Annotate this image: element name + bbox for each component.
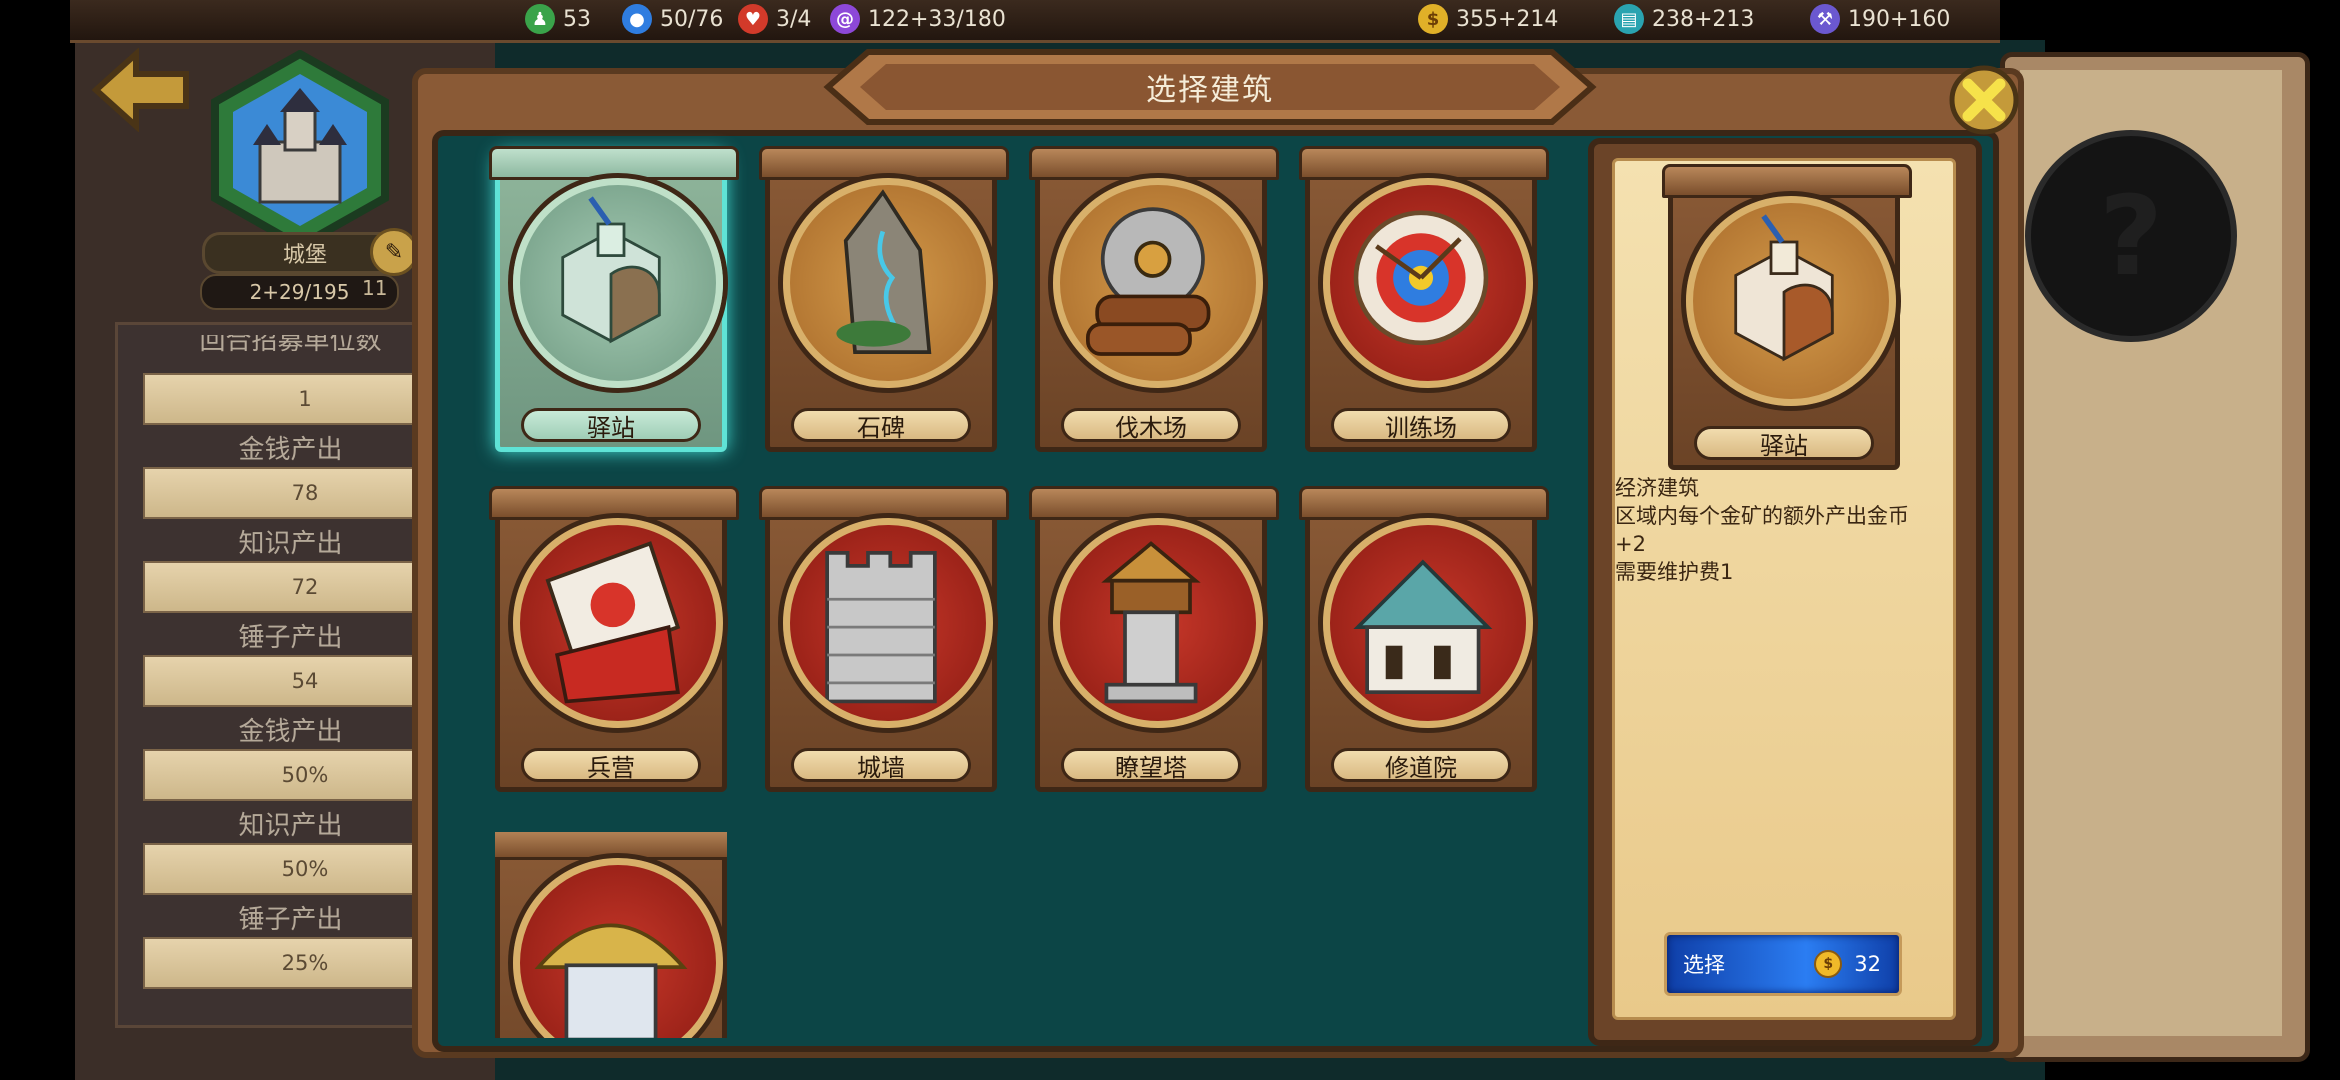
detail-building-name: 驿站	[1694, 426, 1874, 460]
training-ground-icon	[1323, 178, 1533, 388]
resource-production: ⚒ 190+160	[1810, 2, 1950, 36]
building-upkeep: 需要维护费1	[1615, 560, 1734, 584]
building-label: 驿站	[521, 408, 701, 442]
post-station-icon	[1686, 196, 1896, 406]
question-mark-icon[interactable]: ?	[2025, 130, 2237, 342]
stone-monument-icon	[783, 178, 993, 388]
building-card-hut[interactable]	[495, 832, 727, 1038]
building-card-watchtower[interactable]: 瞭望塔	[1029, 486, 1279, 792]
building-card-post-station[interactable]: 驿站	[489, 146, 739, 452]
building-label: 兵营	[521, 748, 701, 782]
resource-gold: $355+214	[1418, 2, 1558, 36]
building-label: 伐木场	[1061, 408, 1241, 442]
dialog-title: 选择建筑	[1146, 73, 1274, 108]
select-button-label: 选择	[1683, 953, 1725, 977]
building-effect: 区域内每个金矿的额外产出金币 +2	[1615, 504, 1909, 556]
detail-building-card: 驿站	[1662, 164, 1912, 470]
resource-population: ♟ 53	[525, 2, 591, 36]
castle-portrait	[211, 50, 389, 250]
post-station-icon	[513, 178, 723, 388]
population-extra: 11	[362, 276, 388, 300]
building-label: 城墙	[791, 748, 971, 782]
building-label: 训练场	[1331, 408, 1511, 442]
select-button[interactable]: 选择 $ 32	[1664, 932, 1902, 996]
select-cost: 32	[1854, 952, 1881, 976]
monastery-icon	[1323, 518, 1533, 728]
resource-units: ● 50/76	[622, 2, 723, 36]
swirl-icon: @	[830, 4, 860, 34]
book-icon: ▤	[1614, 4, 1644, 34]
watchtower-icon	[1053, 518, 1263, 728]
building-label: 瞭望塔	[1061, 748, 1241, 782]
resource-knowledge: ▤ 238+213	[1614, 2, 1754, 36]
building-card-barracks[interactable]: 兵营	[489, 486, 739, 792]
building-card-stone-monument[interactable]: 石碑	[759, 146, 1009, 452]
resource-heroes: ♥ 3/4	[738, 2, 811, 36]
building-description: 经济建筑 区域内每个金矿的额外产出金币 +2 需要维护费1	[1615, 474, 1945, 586]
pencil-icon[interactable]: ✎	[370, 228, 418, 276]
building-label: 修道院	[1331, 748, 1511, 782]
gold-coin-icon: $	[1418, 4, 1448, 34]
building-card-lumber-mill[interactable]: 伐木场	[1029, 146, 1279, 452]
lumber-mill-icon	[1053, 178, 1263, 388]
back-arrow-icon[interactable]	[92, 48, 192, 132]
person-icon: ●	[622, 4, 652, 34]
hammer-icon: ⚒	[1810, 4, 1840, 34]
building-card-training-ground[interactable]: 训练场	[1299, 146, 1549, 452]
heart-icon: ♥	[738, 4, 768, 34]
building-type: 经济建筑	[1615, 476, 1699, 500]
barracks-icon	[513, 518, 723, 728]
resource-mana: @122+33/180	[830, 2, 1006, 36]
building-label: 石碑	[791, 408, 971, 442]
building-card-city-wall[interactable]: 城墙	[759, 486, 1009, 792]
building-card-monastery[interactable]: 修道院	[1299, 486, 1549, 792]
population-icon: ♟	[525, 4, 555, 34]
city-wall-icon	[783, 518, 993, 728]
gold-coin-icon: $	[1814, 950, 1843, 978]
close-icon[interactable]	[1946, 62, 2022, 138]
